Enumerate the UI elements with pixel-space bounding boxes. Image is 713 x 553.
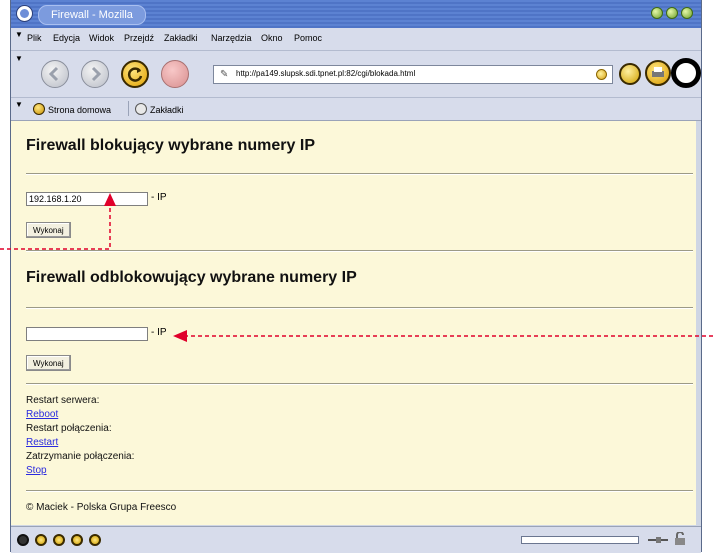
arrow-to-unblock-input [173,330,713,342]
arrow-to-block-input [0,193,116,250]
annotation-arrows [0,193,713,342]
